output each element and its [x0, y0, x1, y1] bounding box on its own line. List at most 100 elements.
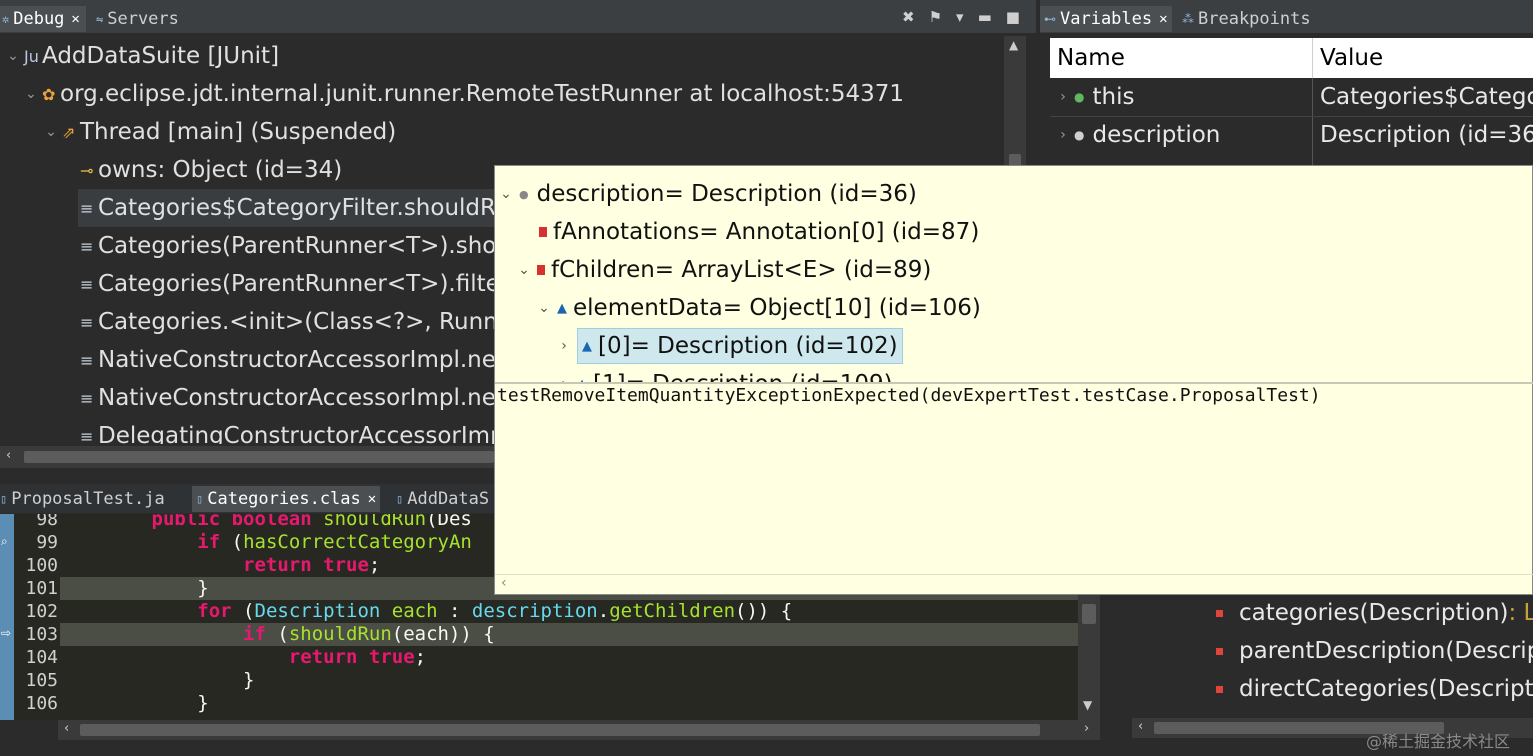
variable-row[interactable]: › ● description	[1056, 116, 1220, 154]
tree-thread-row[interactable]: ⌄ ⇗ Thread [main] (Suspended)	[44, 113, 396, 151]
stack-frame-row[interactable]: ≡ NativeConstructorAccessorImpl.new	[80, 341, 515, 379]
variables-table: › ● this Categories$Categor › ● descript…	[1050, 78, 1533, 168]
chevron-right-icon[interactable]: ›	[1056, 89, 1070, 105]
outline-method-name: categories(Description)	[1239, 600, 1509, 626]
inspect-tree-row[interactable]: ⌄ fChildren= ArrayList<E> (id=89)	[517, 251, 931, 289]
popup-horizontal-scrollbar[interactable]: ‹	[495, 574, 1533, 594]
variable-value[interactable]: Categories$Categor	[1320, 78, 1533, 116]
display-options-icon[interactable]: ⚑	[929, 8, 942, 26]
scroll-down-icon[interactable]: ▼	[1083, 698, 1092, 712]
inspect-tree-row[interactable]: ⌄ ▲ elementData= Object[10] (id=106)	[537, 289, 981, 327]
editor-horizontal-scrollbar[interactable]: ‹ ›	[58, 720, 1100, 740]
chevron-right-icon[interactable]: ›	[1056, 127, 1070, 143]
tab-breakpoints[interactable]: ⁂ Breakpoints	[1182, 6, 1311, 32]
chevron-right-icon[interactable]: ›	[557, 338, 571, 354]
tab-servers-label: Servers	[107, 9, 179, 29]
code-line[interactable]: for (Description each : description.getC…	[60, 600, 792, 623]
editor-tab[interactable]: ▯ ProposalTest.ja	[0, 486, 165, 512]
chevron-down-icon[interactable]: ⌄	[517, 262, 531, 278]
editor-tab[interactable]: ▯ AddDataS	[396, 486, 489, 512]
stack-frame-label: DelegatingConstructorAccessorImp	[98, 423, 505, 444]
minimize-icon[interactable]: ▬	[978, 8, 992, 26]
java-file-icon: ▯	[396, 492, 404, 506]
variable-row[interactable]: › ● this	[1056, 78, 1134, 116]
field-public-icon: ●	[1074, 90, 1085, 104]
close-icon[interactable]: ✕	[368, 491, 376, 507]
code-token: return	[243, 554, 312, 576]
tab-variables[interactable]: ⊷ Variables ✕	[1040, 6, 1172, 32]
code-line[interactable]: }	[60, 669, 254, 692]
stack-frame-row[interactable]: ≡ NativeConstructorAccessorImpl.new	[80, 379, 515, 417]
inspect-tree-label: description= Description (id=36)	[536, 181, 917, 207]
column-header-name[interactable]: Name	[1057, 45, 1125, 71]
line-number: 99	[36, 532, 58, 553]
breakpoints-icon: ⁂	[1182, 12, 1194, 26]
debug-view-toolbar: ✖ ⚑ ▾ ▬ ■	[902, 8, 1020, 26]
stack-frame-row[interactable]: ≡ Categories(ParentRunner<T>).shoul	[80, 227, 517, 265]
close-icon[interactable]: ✕	[71, 11, 79, 27]
selected-tree-item[interactable]: ▲ [0]= Description (id=102)	[577, 328, 903, 364]
maximize-icon[interactable]: ■	[1006, 8, 1020, 26]
tree-launch-row[interactable]: ⌄ Ju AddDataSuite [JUnit]	[6, 37, 279, 75]
scroll-up-icon[interactable]: ▲	[1009, 38, 1018, 52]
inspect-tree: ⌄ ● description= Description (id=36) fAn…	[495, 166, 1533, 382]
code-line[interactable]: }	[60, 692, 209, 715]
inspect-popup[interactable]: ⌄ ● description= Description (id=36) fAn…	[494, 165, 1533, 595]
chevron-down-icon[interactable]: ⌄	[6, 48, 20, 64]
inspect-tree-row[interactable]: › ▲ [1]= Description (id=109)	[557, 365, 892, 382]
code-token: }	[60, 669, 255, 691]
remove-terminated-icon[interactable]: ✖	[902, 8, 915, 26]
variable-value[interactable]: Description (id=36	[1320, 116, 1533, 154]
inspect-tree-row[interactable]: fAnnotations= Annotation[0] (id=87)	[539, 213, 979, 251]
editor-vertical-scrollbar[interactable]: ▼	[1078, 576, 1100, 720]
scroll-left-icon[interactable]: ‹	[64, 721, 69, 736]
stack-frame-label: Categories(ParentRunner<T>).filter(	[98, 271, 519, 297]
tree-target-row[interactable]: ⌄ ✿ org.eclipse.jdt.internal.junit.runne…	[24, 75, 904, 113]
outline-method-row[interactable]: directCategories(Descriptio	[1216, 670, 1533, 708]
scrollbar-thumb[interactable]	[24, 451, 494, 463]
chevron-down-icon[interactable]: ⌄	[24, 86, 38, 102]
editor-tab[interactable]: ▯ Categories.clas ✕	[192, 486, 381, 512]
code-line[interactable]: public boolean shouldRun(Des	[60, 514, 472, 531]
scroll-left-icon[interactable]: ‹	[1138, 719, 1143, 734]
code-line[interactable]: return true;	[60, 646, 426, 669]
stack-frame-icon: ≡	[80, 274, 94, 294]
tree-target-label: org.eclipse.jdt.internal.junit.runner.Re…	[60, 81, 905, 107]
variable-name: this	[1092, 84, 1135, 110]
outline-method-type: : Li	[1508, 600, 1533, 626]
chevron-down-icon[interactable]: ⌄	[537, 300, 551, 316]
view-menu-chevron-down-icon[interactable]: ▾	[956, 8, 964, 26]
tree-owns-row[interactable]: ⊸ owns: Object (id=34)	[80, 151, 342, 189]
tree-launch-label: AddDataSuite [JUnit]	[42, 43, 280, 69]
scroll-right-icon[interactable]: ›	[1084, 721, 1089, 736]
code-line-highlighted[interactable]: if (shouldRun(each)) {	[60, 623, 495, 646]
stack-frame-row[interactable]: ≡ Categories.<init>(Class<?>, Runner	[80, 303, 521, 341]
scroll-left-icon[interactable]: ‹	[6, 448, 11, 463]
scrollbar-thumb[interactable]	[1082, 604, 1096, 624]
close-icon[interactable]: ✕	[1159, 11, 1167, 27]
stack-frame-row[interactable]: ≡ DelegatingConstructorAccessorImp	[80, 417, 505, 444]
junit-icon: Ju	[24, 46, 39, 66]
code-line[interactable]: if (hasCorrectCategoryAn	[60, 531, 472, 554]
column-header-value[interactable]: Value	[1320, 45, 1383, 71]
variable-value-text: Categories$Categor	[1320, 84, 1533, 110]
inspect-tree-row[interactable]: › ▲ [0]= Description (id=102)	[557, 327, 903, 365]
detail-pane-text[interactable]: testRemoveItemQuantityExceptionExpected(…	[497, 385, 1321, 406]
scroll-left-icon[interactable]: ‹	[501, 575, 507, 591]
tab-servers[interactable]: ⇋ Servers	[96, 6, 179, 32]
code-token: if	[243, 623, 266, 645]
outline-method-row[interactable]: categories(Description) : Li	[1216, 594, 1533, 632]
code-token: }	[60, 692, 209, 714]
outline-method-row[interactable]: parentDescription(Descript	[1216, 632, 1533, 670]
inspect-tree-row[interactable]: ⌄ ● description= Description (id=36)	[499, 175, 917, 213]
chevron-down-icon[interactable]: ⌄	[499, 186, 513, 202]
local-variable-icon: ●	[1074, 128, 1085, 142]
stack-frame-row[interactable]: ≡ Categories(ParentRunner<T>).filter(	[80, 265, 518, 303]
tab-debug[interactable]: ✲ Debug ✕	[0, 6, 86, 32]
code-line[interactable]: return true;	[60, 554, 380, 577]
code-line-highlighted[interactable]: }	[60, 577, 208, 600]
chevron-down-icon[interactable]: ⌄	[44, 124, 58, 140]
tab-breakpoints-label: Breakpoints	[1198, 9, 1311, 29]
scrollbar-thumb[interactable]	[80, 724, 1040, 736]
